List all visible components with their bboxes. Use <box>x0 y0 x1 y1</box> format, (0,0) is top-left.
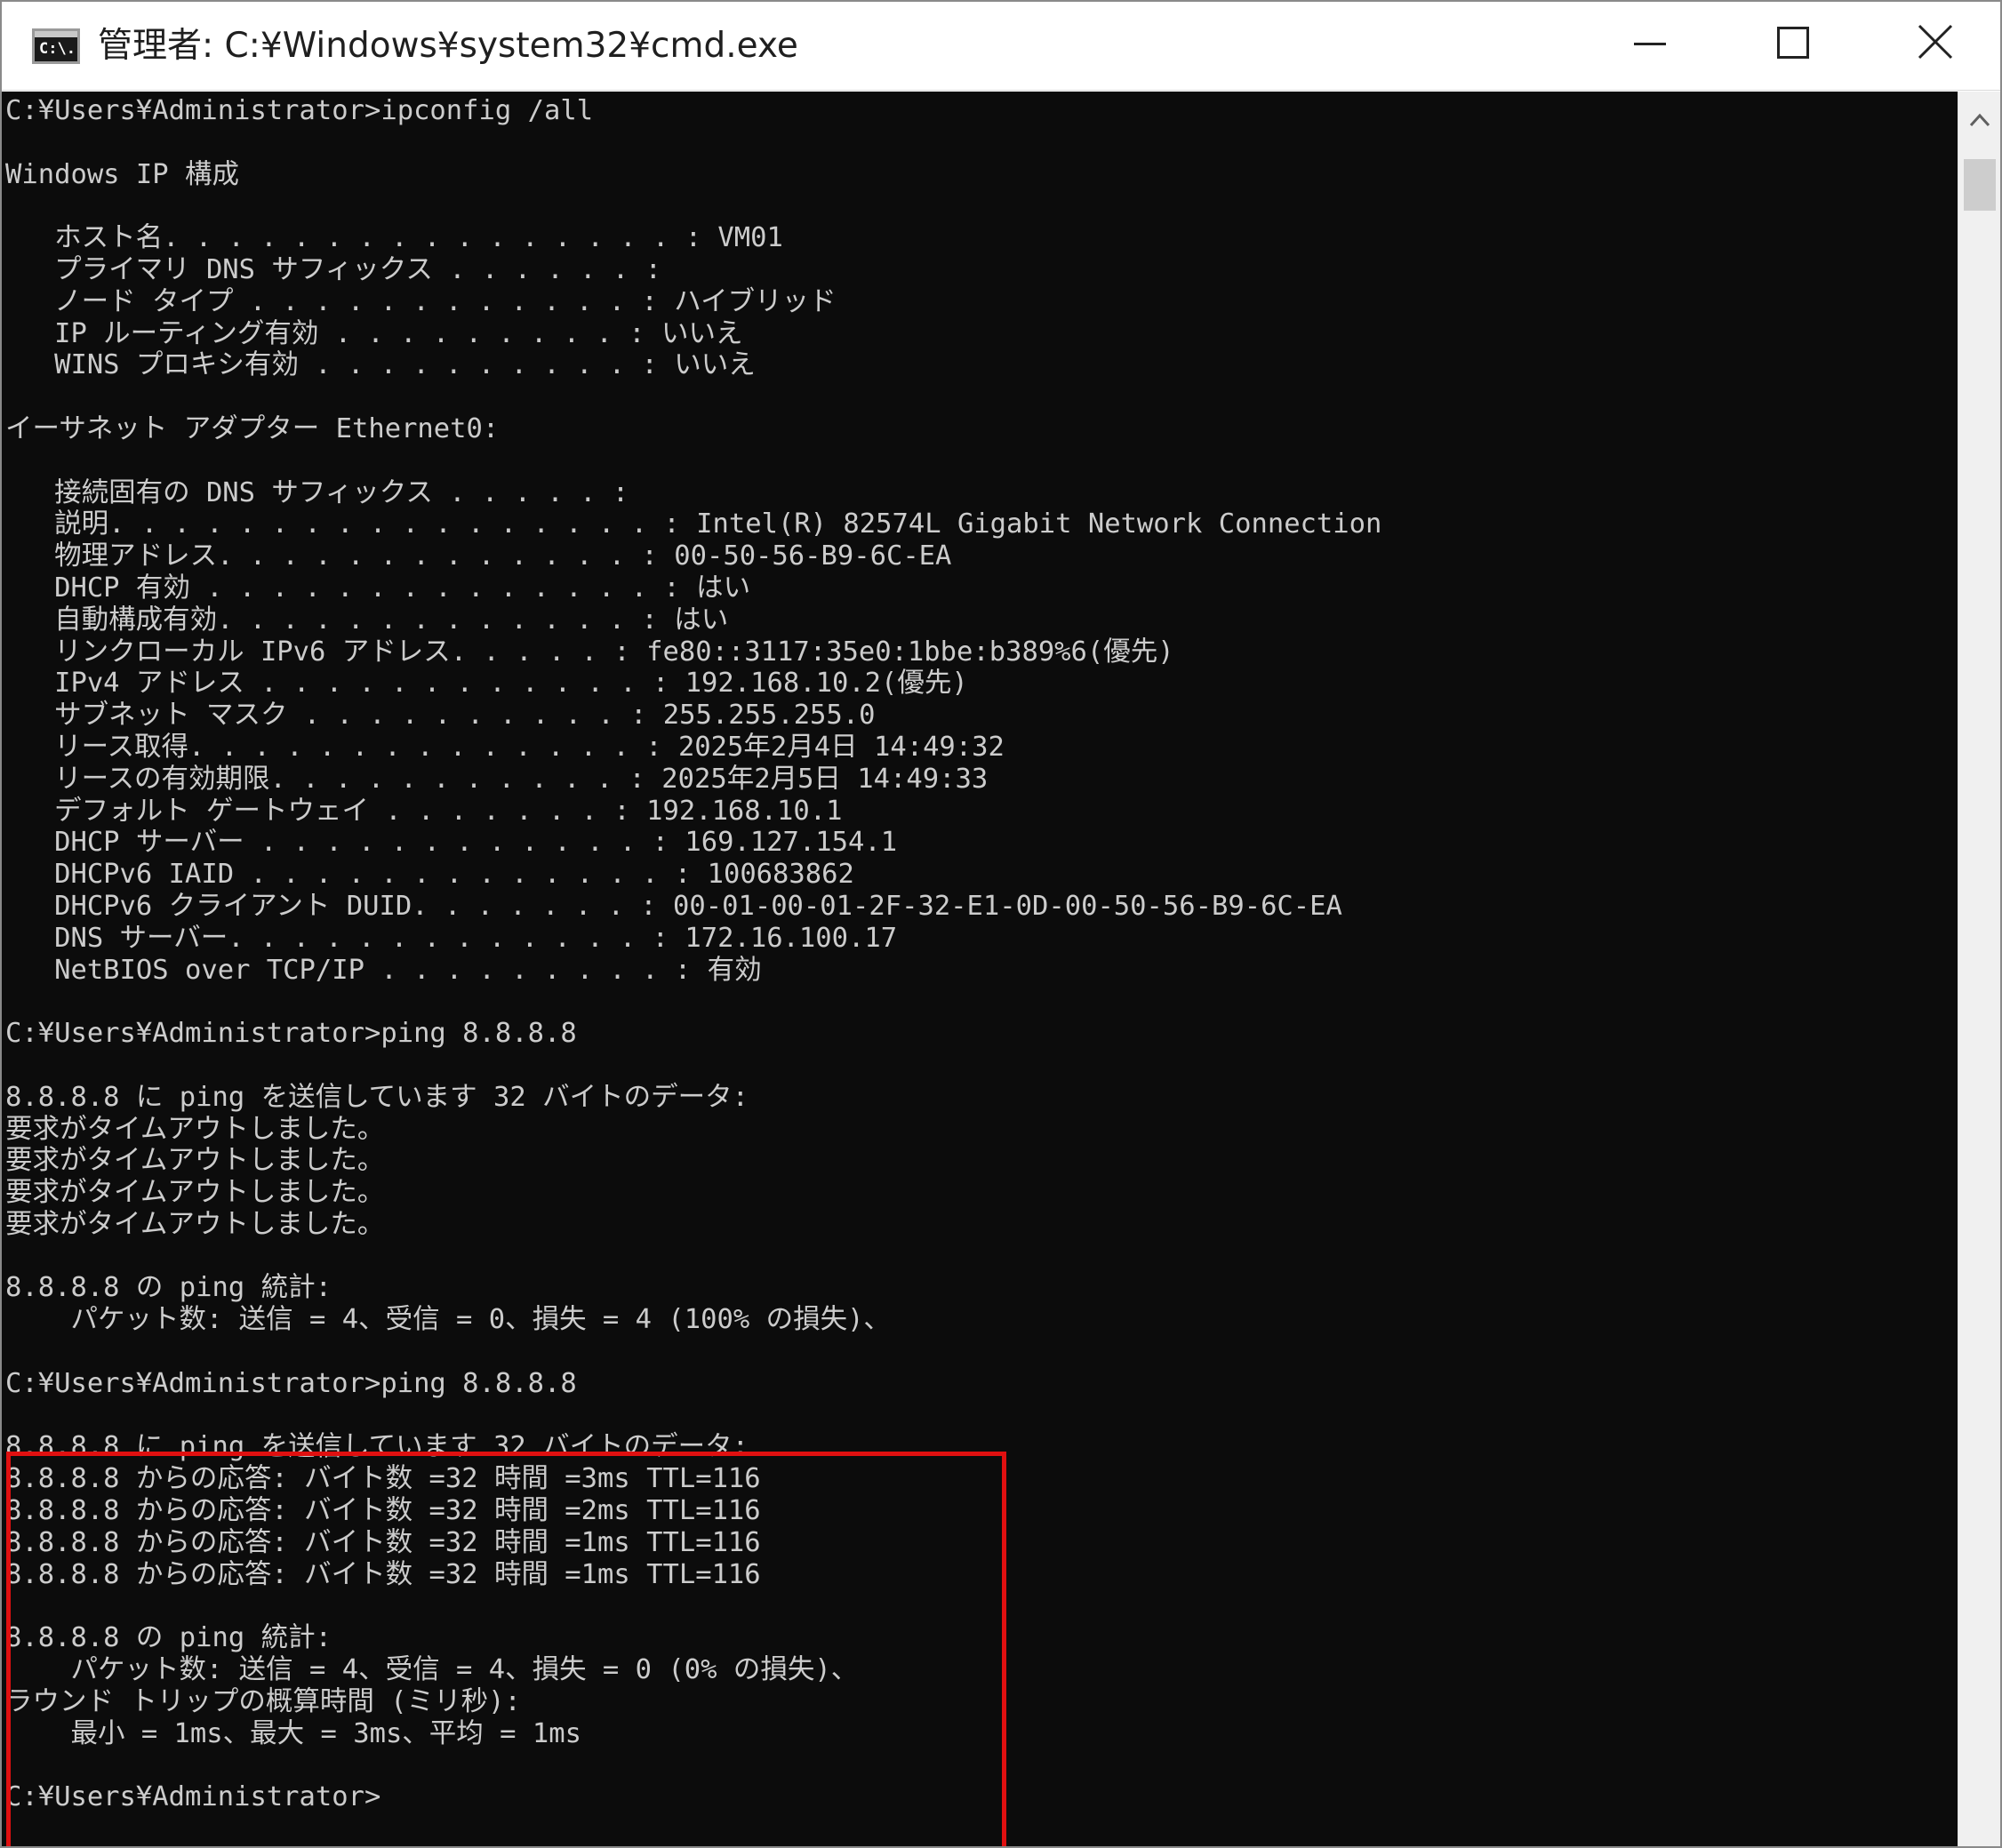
console-line: 8.8.8.8 に ping を送信しています 32 バイトのデータ: <box>5 1081 749 1113</box>
title-bar[interactable]: C:\. 管理者: C:¥Windows¥system32¥cmd.exe <box>2 2 2000 91</box>
console-line: 要求がタイムアウトしました。 <box>5 1145 385 1177</box>
console-line: DHCPv6 クライアント DUID. . . . . . . : 00-01-… <box>5 890 1342 922</box>
console-line: Windows IP 構成 <box>5 158 239 190</box>
console-line: 8.8.8.8 の ping 統計: <box>5 1272 332 1304</box>
console-line: C:¥Users¥Administrator>ipconfig /all <box>5 95 594 126</box>
console-line: ラウンド トリップの概算時間 (ミリ秒): <box>5 1685 521 1717</box>
console-line: 要求がタイムアウトしました。 <box>5 1177 385 1209</box>
console-line: C:¥Users¥Administrator>ping 8.8.8.8 <box>5 1367 577 1399</box>
console-line: 接続固有の DNS サフィックス . . . . . : <box>5 476 629 508</box>
console-line: 8.8.8.8 からの応答: バイト数 =32 時間 =3ms TTL=116 <box>5 1463 761 1495</box>
console-line: パケット数: 送信 = 4、受信 = 4、損失 = 0 (0% の損失)、 <box>5 1654 859 1686</box>
console-line: ノード タイプ . . . . . . . . . . . . : ハイブリッド <box>5 285 837 317</box>
minimize-icon <box>1634 43 1666 45</box>
console-line: リース取得. . . . . . . . . . . . . . : 2025年… <box>5 731 1005 763</box>
close-button[interactable] <box>1864 2 2000 87</box>
console-line: NetBIOS over TCP/IP . . . . . . . . . : … <box>5 954 762 986</box>
scroll-up-button[interactable] <box>1958 92 2000 154</box>
console-line: 要求がタイムアウトしました。 <box>5 1113 385 1145</box>
console-line: 物理アドレス. . . . . . . . . . . . . : 00-50-… <box>5 540 952 572</box>
console-line: サブネット マスク . . . . . . . . . . : 255.255.… <box>5 700 876 732</box>
console-line: C:¥Users¥Administrator>ping 8.8.8.8 <box>5 1018 577 1050</box>
maximize-button[interactable] <box>1722 2 1864 87</box>
console-line: デフォルト ゲートウェイ . . . . . . . : 192.168.10.… <box>5 795 843 827</box>
vertical-scrollbar[interactable] <box>1958 92 2000 1846</box>
console-line: DNS サーバー. . . . . . . . . . . . . : 172.… <box>5 922 898 954</box>
console-line: DHCP サーバー . . . . . . . . . . . . : 169.… <box>5 827 898 859</box>
cmd-icon-glyph: C:\. <box>39 40 76 58</box>
console-line: 8.8.8.8 からの応答: バイト数 =32 時間 =2ms TTL=116 <box>5 1495 761 1527</box>
console-line: 自動構成有効. . . . . . . . . . . . . : はい <box>5 604 729 636</box>
console-line: リースの有効期限. . . . . . . . . . . : 2025年2月5… <box>5 763 989 795</box>
console-line: プライマリ DNS サフィックス . . . . . . : <box>5 253 661 285</box>
console-line: 説明. . . . . . . . . . . . . . . . . : In… <box>5 508 1382 540</box>
console-line: DHCPv6 IAID . . . . . . . . . . . . . : … <box>5 859 854 891</box>
cmd-window: C:\. 管理者: C:¥Windows¥system32¥cmd.exe C:… <box>0 0 2002 1848</box>
console-line: DHCP 有効 . . . . . . . . . . . . . . : はい <box>5 572 751 604</box>
console-output[interactable]: C:¥Users¥Administrator>ipconfig /all Wind… <box>2 92 1958 1846</box>
console-line: 8.8.8.8 に ping を送信しています 32 バイトのデータ: <box>5 1431 749 1463</box>
console-line: パケット数: 送信 = 4、受信 = 0、損失 = 4 (100% の損失)、 <box>5 1304 891 1336</box>
console-line: 8.8.8.8 からの応答: バイト数 =32 時間 =1ms TTL=116 <box>5 1526 761 1558</box>
console-line: WINS プロキシ有効 . . . . . . . . . . : いいえ <box>5 349 756 381</box>
console-line: 要求がタイムアウトしました。 <box>5 1208 385 1240</box>
console-line: リンクローカル IPv6 アドレス. . . . . : fe80::3117:… <box>5 636 1174 668</box>
console-line: 8.8.8.8 からの応答: バイト数 =32 時間 =1ms TTL=116 <box>5 1558 761 1590</box>
cmd-icon[interactable]: C:\. <box>32 28 80 64</box>
window-title: 管理者: C:¥Windows¥system32¥cmd.exe <box>98 26 798 66</box>
scroll-thumb[interactable] <box>1964 159 1996 211</box>
console-line: IPv4 アドレス . . . . . . . . . . . . : 192.… <box>5 668 968 700</box>
console-line: ホスト名. . . . . . . . . . . . . . . . : VM… <box>5 222 783 254</box>
console-line: 8.8.8.8 の ping 統計: <box>5 1622 332 1654</box>
console-line: C:¥Users¥Administrator> <box>5 1781 381 1813</box>
console-line: イーサネット アダプター Ethernet0: <box>5 412 500 444</box>
console-line: IP ルーティング有効 . . . . . . . . . : いいえ <box>5 317 743 349</box>
chevron-up-icon <box>1969 113 1990 127</box>
console-text: C:¥Users¥Administrator>ipconfig /all Wind… <box>5 95 1381 1813</box>
maximize-icon <box>1777 27 1809 59</box>
console-line: 最小 = 1ms、最大 = 3ms、平均 = 1ms <box>5 1717 581 1749</box>
minimize-button[interactable] <box>1580 2 1722 87</box>
close-icon <box>1918 24 1953 60</box>
